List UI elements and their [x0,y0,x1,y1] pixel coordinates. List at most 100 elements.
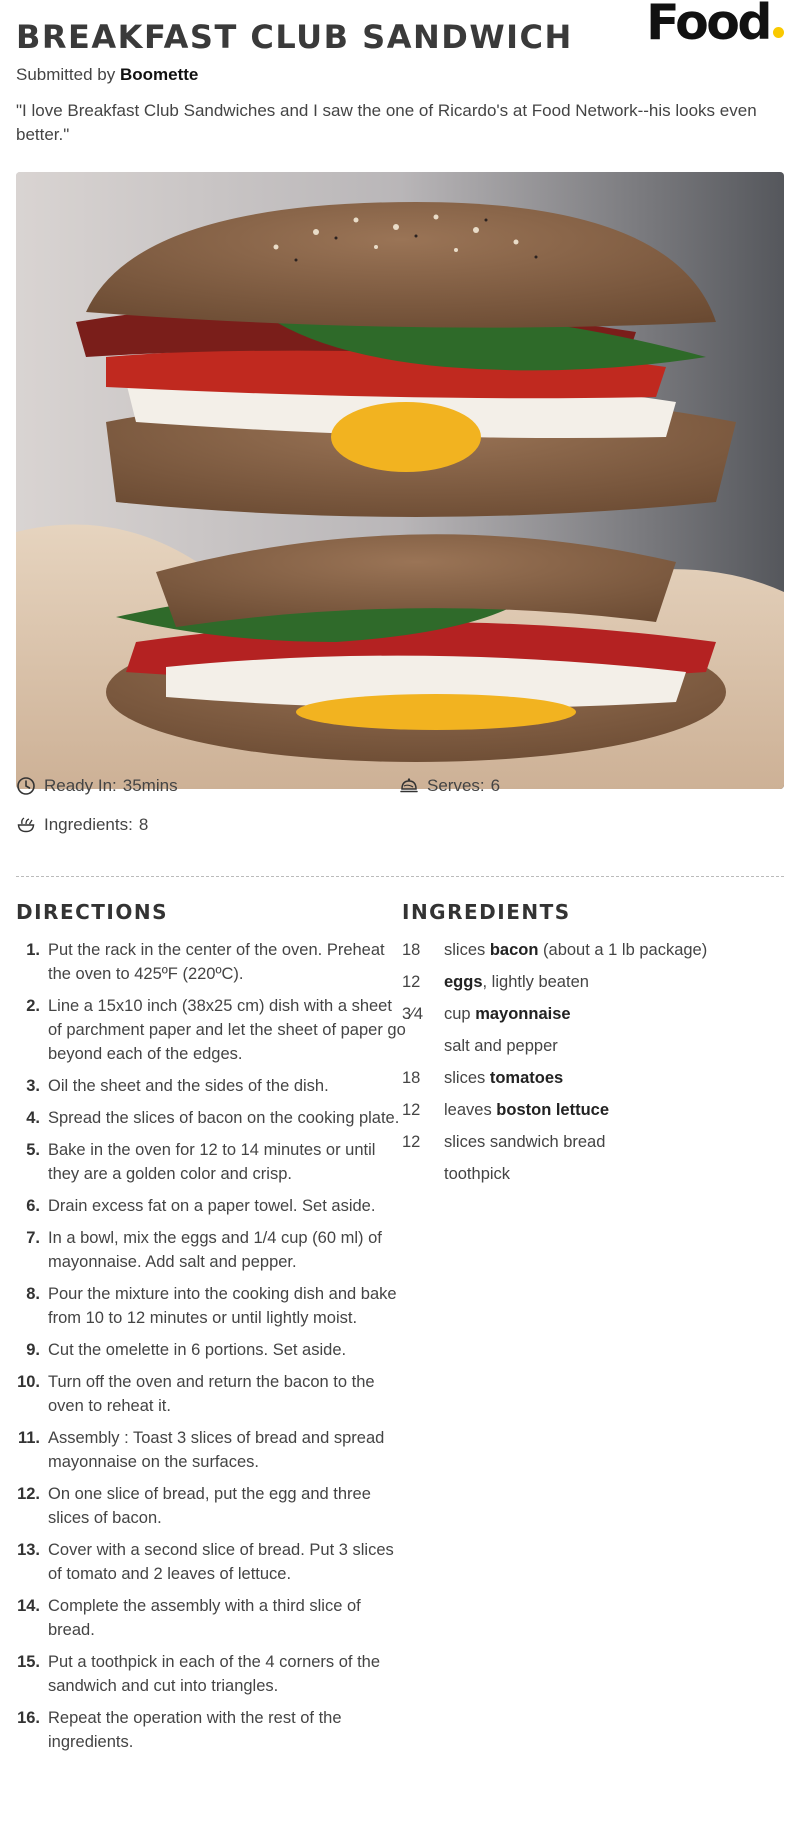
ingredient-link[interactable]: mayonnaise [475,1005,570,1023]
step-text: Spread the slices of bacon on the cookin… [48,1109,400,1127]
step-number: 8. [26,1285,40,1303]
direction-step: 7. In a bowl, mix the eggs and 1/4 cup (6… [8,1226,408,1274]
serving-dome-icon [400,778,418,793]
ingredient-item: salt and pepper [402,1034,782,1058]
recipe-description: "I love Breakfast Club Sandwiches and I … [16,101,757,144]
direction-step: 6. Drain excess fat on a paper towel. Set… [8,1194,408,1218]
recipe-header: BREAKFAST CLUB SANDWICH Food Submitted b… [16,0,784,160]
step-number: 11. [17,1429,40,1447]
step-number: 15. [17,1653,40,1671]
step-text: In a bowl, mix the eggs and 1/4 cup (60 … [48,1229,382,1271]
step-text: On one slice of bread, put the egg and t… [48,1485,371,1527]
ingredient-quantity: 3⁄4 [402,1005,424,1023]
ingredient-description: toothpick [444,1162,782,1186]
direction-step: 10. Turn off the oven and return the baco… [8,1370,408,1418]
serves-value: 6 [490,776,501,795]
step-number: 10. [17,1373,40,1391]
step-text: Put the rack in the center of the oven. … [48,941,385,983]
logo-dot-icon [773,27,784,38]
recipe-title: BREAKFAST CLUB SANDWICH [16,18,573,56]
ingredients-count: Ingredients: 8 [16,815,148,835]
ingredients-value: 8 [138,815,149,834]
section-divider [16,876,784,877]
ingredient-link[interactable]: tomatoes [490,1069,563,1087]
submitted-by: Submitted by Boomette [16,65,198,85]
direction-step: 9. Cut the omelette in 6 portions. Set as… [8,1338,408,1362]
ingredient-link[interactable]: bacon [490,941,539,959]
ingredient-item: 18 slices bacon (about a 1 lb package) [402,938,782,962]
ingredient-description: eggs, lightly beaten [444,970,782,994]
step-text: Drain excess fat on a paper towel. Set a… [48,1197,376,1215]
ingredient-quantity [402,1162,444,1186]
serves: Serves: 6 [399,776,500,796]
ingredient-description: leaves boston lettuce [444,1098,782,1122]
sandwich-photo-illustration [16,172,784,789]
ready-label: Ready In: [44,776,117,795]
recipe-photo [16,172,784,789]
step-text: Bake in the oven for 12 to 14 minutes or… [48,1141,376,1183]
ingredient-item: toothpick [402,1162,782,1186]
ingredient-description: salt and pepper [444,1034,782,1058]
step-text: Oil the sheet and the sides of the dish. [48,1077,329,1095]
step-text: Assembly : Toast 3 slices of bread and s… [48,1429,385,1471]
step-number: 4. [26,1109,40,1127]
direction-step: 11. Assembly : Toast 3 slices of bread an… [8,1426,408,1474]
ingredient-prefix: salt and pepper [444,1037,558,1055]
ingredient-quantity: 18 [402,941,421,959]
ingredient-description: cup mayonnaise [444,1002,782,1026]
step-number: 12. [17,1485,40,1503]
direction-step: 8. Pour the mixture into the cooking dish… [8,1282,408,1330]
clock-icon [17,777,35,795]
food-logo[interactable]: Food [646,0,784,52]
ready-in: Ready In: 35mins [16,776,178,796]
ingredient-item: 3⁄4 cup mayonnaise [402,1002,782,1026]
direction-step: 13. Cover with a second slice of bread. P… [8,1538,408,1586]
author-link[interactable]: Boomette [120,65,198,84]
step-number: 16. [17,1709,40,1727]
ingredient-note: , lightly beaten [482,973,589,991]
directions-list: 1. Put the rack in the center of the oven… [8,938,408,1762]
step-number: 7. [26,1229,40,1247]
ingredient-prefix: slices [444,1069,490,1087]
logo-text: Food [646,0,772,51]
ingredient-quantity: 12 [402,1101,421,1119]
direction-step: 5. Bake in the oven for 12 to 14 minutes … [8,1138,408,1186]
direction-step: 3. Oil the sheet and the sides of the dis… [8,1074,408,1098]
ingredient-item: 12 slices sandwich bread [402,1130,782,1154]
serves-label: Serves: [427,776,485,795]
ingredients-label: Ingredients: [44,815,133,834]
step-number: 14. [17,1597,40,1615]
step-text: Pour the mixture into the cooking dish a… [48,1285,397,1327]
step-text: Put a toothpick in each of the 4 corners… [48,1653,381,1695]
ingredient-link[interactable]: eggs [444,973,483,991]
ingredient-prefix: cup [444,1005,476,1023]
step-text: Cover with a second slice of bread. Put … [48,1541,394,1583]
step-number: 3. [26,1077,40,1095]
ingredient-item: 12 eggs, lightly beaten [402,970,782,994]
direction-step: 2. Line a 15x10 inch (38x25 cm) dish with… [8,994,408,1066]
ingredients-bowl-icon [17,817,35,833]
ingredient-description: slices bacon (about a 1 lb package) [444,938,782,962]
ingredient-prefix: toothpick [444,1165,511,1183]
ingredient-item: 18 slices tomatoes [402,1066,782,1090]
ingredient-prefix: slices sandwich bread [444,1133,606,1151]
direction-step: 15. Put a toothpick in each of the 4 corn… [8,1650,408,1698]
ingredient-quantity [402,1034,444,1058]
submitted-prefix: Submitted by [16,65,116,84]
ingredient-note: (about a 1 lb package) [538,941,708,959]
direction-step: 4. Spread the slices of bacon on the cook… [8,1106,408,1130]
ingredient-link[interactable]: boston lettuce [496,1101,609,1119]
step-number: 1. [26,941,40,959]
ingredient-prefix: slices [444,941,490,959]
ingredient-description: slices sandwich bread [444,1130,782,1154]
step-number: 9. [26,1341,40,1359]
step-text: Complete the assembly with a third slice… [48,1597,361,1639]
step-text: Line a 15x10 inch (38x25 cm) dish with a… [48,997,406,1063]
ready-value: 35mins [122,776,178,795]
ingredient-quantity: 18 [402,1069,421,1087]
step-number: 5. [26,1141,40,1159]
direction-step: 16. Repeat the operation with the rest of… [8,1706,408,1754]
direction-step: 1. Put the rack in the center of the oven… [8,938,408,986]
step-text: Cut the omelette in 6 portions. Set asid… [48,1341,347,1359]
ingredient-item: 12 leaves boston lettuce [402,1098,782,1122]
